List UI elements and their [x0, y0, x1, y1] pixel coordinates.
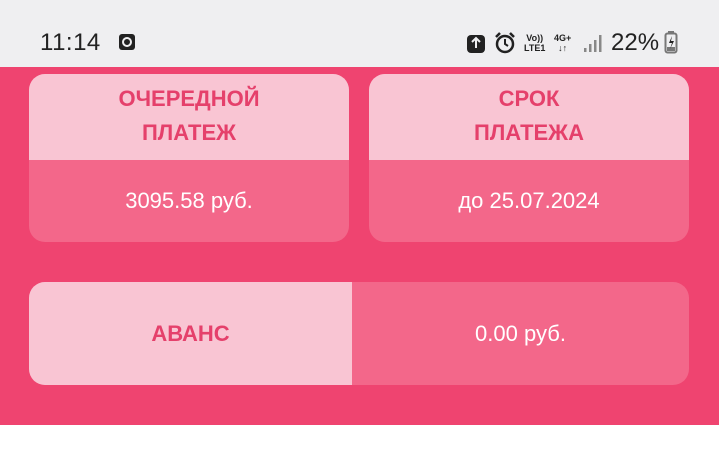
volte-icon: Vo)) LTE1 [524, 33, 545, 53]
mobile-data-label: 4G+ [554, 33, 572, 43]
lte-label: LTE1 [524, 43, 546, 53]
mobile-data-icon: 4G+ ↓↑ [554, 33, 571, 53]
due-date-title-line1: СРОК [498, 86, 560, 111]
advance-label: АВАНС [29, 282, 352, 385]
next-payment-amount: 3095.58 руб. [125, 188, 253, 213]
advance-value: 0.00 руб. [475, 320, 566, 346]
recycle-icon [467, 35, 485, 53]
status-time: 11:14 [40, 29, 101, 56]
next-payment-title-line2: ПЛАТЕЖ [141, 120, 237, 145]
volte-label: Vo)) [526, 33, 544, 43]
screen-record-icon [119, 34, 135, 50]
battery-percent: 22% [611, 29, 660, 56]
alarm-icon [495, 32, 515, 54]
payment-info-panel: ОЧЕРЕДНОЙ ПЛАТЕЖ 3095.58 руб. СРОК ПЛАТЕ… [0, 67, 719, 425]
due-date-title-line2: ПЛАТЕЖА [474, 120, 584, 145]
battery-charging-icon [664, 31, 678, 54]
signal-icon [584, 35, 602, 52]
mobile-data-arrows: ↓↑ [558, 43, 568, 53]
due-date-card: СРОК ПЛАТЕЖА до 25.07.2024 [369, 74, 689, 242]
advance-card: АВАНС 0.00 руб. [29, 282, 689, 385]
next-payment-card: ОЧЕРЕДНОЙ ПЛАТЕЖ 3095.58 руб. [29, 74, 349, 242]
due-date-title: СРОК ПЛАТЕЖА [369, 74, 689, 160]
status-bar: 11:14 Vo)) LTE1 4G+ ↓↑ 22% [0, 0, 719, 67]
next-payment-title-line1: ОЧЕРЕДНОЙ [118, 86, 260, 111]
due-date-value: до 25.07.2024 [458, 188, 600, 213]
next-payment-title: ОЧЕРЕДНОЙ ПЛАТЕЖ [29, 74, 349, 160]
